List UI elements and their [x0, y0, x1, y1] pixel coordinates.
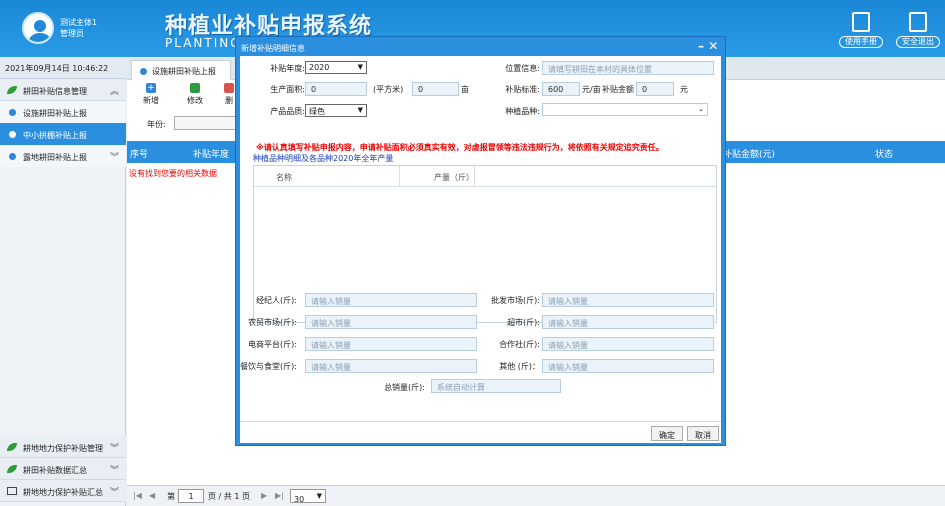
prev-page-icon[interactable]: ◀ — [149, 491, 155, 500]
manual-button[interactable]: 使用手册 — [839, 8, 883, 50]
close-icon[interactable]: ✕ — [708, 39, 718, 53]
collapse-icon[interactable] — [7, 487, 17, 495]
page-size-select[interactable]: 30 ▼ — [290, 489, 326, 504]
confirm-button[interactable]: 确定 — [651, 426, 683, 441]
next-page-icon[interactable]: ▶ — [261, 491, 267, 500]
cancel-button[interactable]: 取消 — [687, 426, 719, 441]
chevron-down-icon: ︾ — [110, 444, 120, 454]
plus-icon: + — [146, 83, 156, 93]
chevron-down-icon: ︾ — [110, 466, 120, 476]
amount-input[interactable]: 0 — [636, 82, 674, 96]
year-label: 年份: — [147, 120, 166, 129]
edit-button[interactable]: 修改 — [179, 83, 211, 109]
menu-group-land-summary[interactable]: 耕地地力保护补贴汇总 ︾ — [0, 480, 126, 502]
other-sales-input[interactable]: 请输入销量 — [542, 359, 714, 373]
menu-group-land-protection[interactable]: 耕地地力保护补贴管理 ︾ — [0, 436, 126, 458]
dialog-controls: – ✕ — [698, 39, 718, 53]
farmers-market-sales-input[interactable]: 请输入销量 — [305, 315, 477, 329]
dropdown-arrow-icon: ▼ — [357, 63, 363, 71]
variety-table-header: 名称 产量（斤） — [254, 166, 716, 187]
add-subsidy-dialog: 新增补贴明细信息 – ✕ 补贴年度: 2020 ▼ 位置信息: 请填写耕田在本村的… — [235, 36, 726, 446]
last-page-icon[interactable]: ▶| — [275, 491, 284, 500]
bullet-icon — [9, 153, 16, 160]
variety-select[interactable]: ⌄ — [542, 103, 708, 116]
user-role: 管理员 — [60, 29, 84, 38]
leaf-icon — [7, 86, 17, 94]
supermarket-sales-input[interactable]: 请输入销量 — [542, 315, 714, 329]
no-data-message: 没有找到您要的相关数据 — [129, 169, 217, 178]
tab-facility-subsidy[interactable]: 设施耕田补贴上报 — [131, 60, 231, 80]
chevron-down-icon: ︾ — [110, 153, 120, 163]
chevron-down-icon: ︾ — [110, 488, 120, 498]
quality-select[interactable]: 绿色 ▼ — [305, 104, 367, 117]
dialog-footer: 确定 取消 — [240, 421, 721, 443]
dropdown-arrow-icon: ▼ — [357, 106, 363, 114]
logout-button[interactable]: 安全退出 — [896, 8, 940, 50]
datetime: 2021年09月14日 10:46:22 — [0, 57, 126, 79]
user-avatar[interactable] — [22, 12, 54, 44]
bullet-icon — [9, 131, 16, 138]
tab-icon — [140, 68, 147, 75]
dialog-body: 补贴年度: 2020 ▼ 位置信息: 请填写耕田在本村的具体位置 生产面积: 0 … — [240, 56, 721, 443]
menu-group-farm-subsidy[interactable]: 耕田补贴信息管理 ︽ — [0, 79, 126, 101]
delete-button[interactable]: 删 — [223, 83, 235, 109]
table-caption: 种植品种明细及各品种2020年全年产量 — [253, 154, 394, 163]
location-input[interactable]: 请填写耕田在本村的具体位置 — [542, 61, 714, 75]
year-select[interactable]: 2020 ▼ — [305, 61, 367, 74]
sidebar: 2021年09月14日 10:46:22 耕田补贴信息管理 ︽ 设施耕田补贴上报… — [0, 57, 126, 506]
area-mu-input[interactable]: 0 — [412, 82, 459, 96]
broker-sales-input[interactable]: 请输入销量 — [305, 293, 477, 307]
dialog-title: 新增补贴明细信息 — [241, 44, 305, 53]
new-button[interactable]: + 新增 — [135, 83, 167, 109]
pagination: |◀ ◀ 第 1 页 / 共 1 页 ▶ ▶| 30 ▼ — [127, 485, 945, 506]
bullet-icon — [9, 109, 16, 116]
sidebar-item-facility[interactable]: 设施耕田补贴上报 — [0, 101, 126, 123]
page-input[interactable]: 1 — [178, 489, 204, 503]
area-sqm-input[interactable]: 0 — [305, 82, 367, 96]
year-input[interactable] — [174, 116, 244, 130]
book-icon — [852, 12, 870, 32]
cooperative-sales-input[interactable]: 请输入销量 — [542, 337, 714, 351]
wholesale-sales-input[interactable]: 请输入销量 — [542, 293, 714, 307]
standard-input[interactable]: 600 — [542, 82, 580, 96]
sidebar-item-arch-shed[interactable]: 中小拱棚补贴上报 — [0, 123, 126, 145]
leaf-icon — [7, 443, 17, 451]
chevron-down-icon: ⌄ — [698, 105, 704, 113]
dropdown-arrow-icon: ▼ — [316, 492, 322, 500]
menu-group-data-summary[interactable]: 耕田补贴数据汇总 ︾ — [0, 458, 126, 480]
pencil-icon — [190, 83, 200, 93]
exit-icon — [909, 12, 927, 32]
catering-sales-input[interactable]: 请输入销量 — [305, 359, 477, 373]
user-name: 测试主体1 — [60, 18, 98, 27]
total-sales-input[interactable]: 系统自动计算 — [431, 379, 561, 393]
sidebar-item-open-field[interactable]: 露地耕田补贴上报 ︾ — [0, 145, 126, 167]
minimize-icon[interactable]: – — [698, 39, 704, 53]
warning-text: ※请认真填写补贴申报内容，申请补贴面积必须真实有效，对虚报冒领等违法违规行为，将… — [256, 143, 664, 152]
delete-icon — [224, 83, 234, 93]
leaf-icon — [7, 465, 17, 473]
ecommerce-sales-input[interactable]: 请输入销量 — [305, 337, 477, 351]
chevron-up-icon: ︽ — [110, 87, 120, 97]
first-page-icon[interactable]: |◀ — [133, 491, 142, 500]
